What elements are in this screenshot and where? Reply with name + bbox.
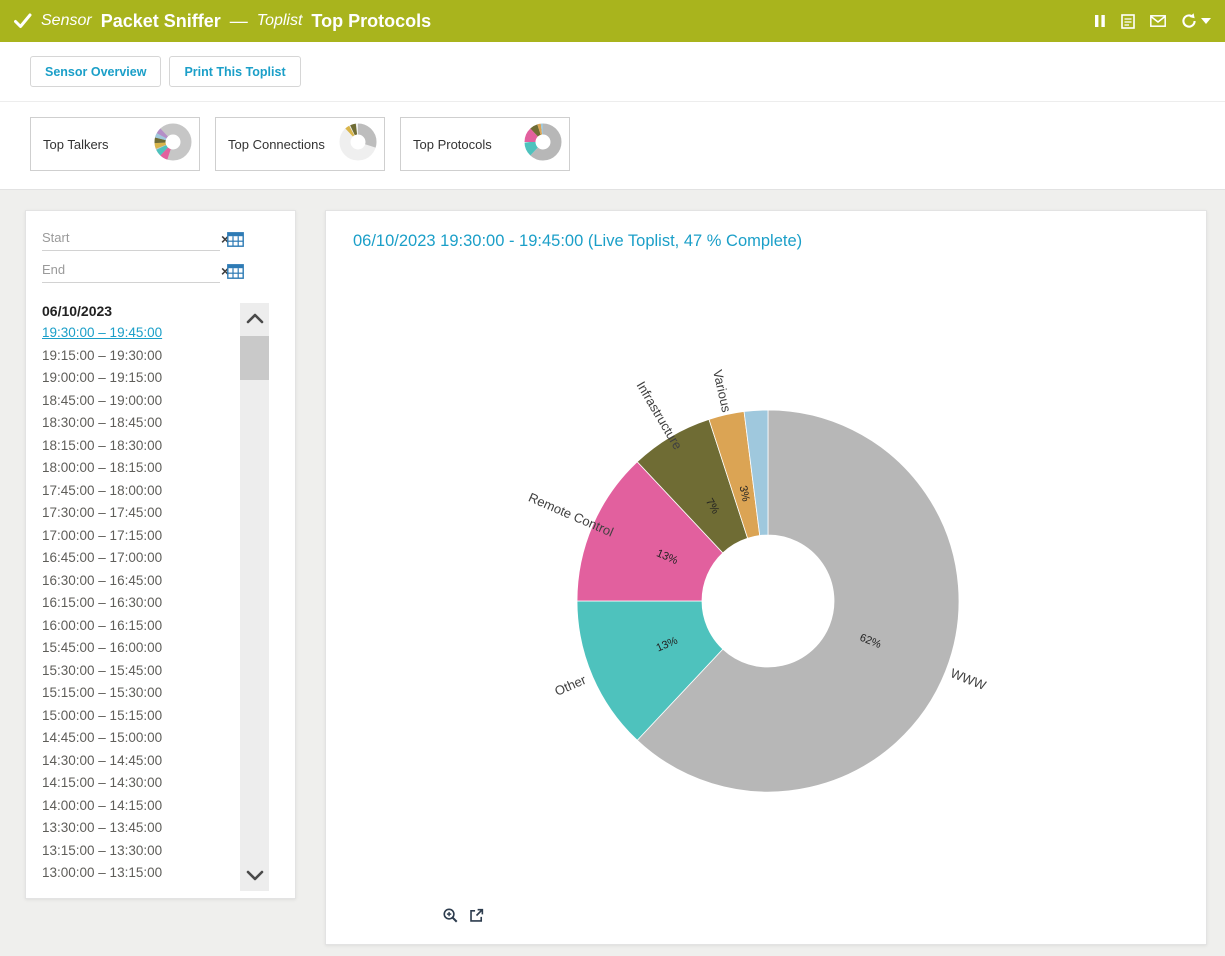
toplist-tab-top-talkers[interactable]: Top Talkers (30, 117, 200, 171)
pause-icon[interactable] (1094, 14, 1106, 28)
time-range-item[interactable]: 18:00:00 – 18:15:00 (42, 457, 234, 480)
time-range-item[interactable]: 16:00:00 – 16:15:00 (42, 615, 234, 638)
time-range-item[interactable]: 15:45:00 – 16:00:00 (42, 637, 234, 660)
time-range-item[interactable]: 13:00:00 – 13:15:00 (42, 862, 234, 885)
end-calendar-icon[interactable] (227, 264, 244, 279)
sensor-name: Packet Sniffer (101, 11, 221, 32)
refresh-icon[interactable] (1181, 13, 1197, 29)
open-external-icon[interactable] (468, 907, 485, 924)
caret-down-icon[interactable] (1201, 18, 1211, 24)
toplist-tab-label: Top Talkers (43, 137, 109, 152)
time-range-item[interactable]: 18:30:00 – 18:45:00 (42, 412, 234, 435)
scrollbar-thumb[interactable] (240, 336, 269, 380)
subheader: Sensor Overview Print This Toplist Top T… (0, 42, 1225, 190)
time-range-item[interactable]: 19:15:00 – 19:30:00 (42, 345, 234, 368)
time-range-item[interactable]: 14:45:00 – 15:00:00 (42, 727, 234, 750)
header-bar: Sensor Packet Sniffer — Toplist Top Prot… (0, 0, 1225, 42)
start-date-input[interactable] (42, 227, 218, 250)
time-range-item[interactable]: 16:45:00 – 17:00:00 (42, 547, 234, 570)
start-date-row: × (42, 227, 279, 251)
protocols-donut-chart: 62%WWW13%Other13%Remote Control7%Infrast… (326, 211, 1206, 944)
top-protocols-donut-icon (523, 122, 563, 167)
time-range-item[interactable]: 17:00:00 – 17:15:00 (42, 525, 234, 548)
time-range-item[interactable]: 14:00:00 – 14:15:00 (42, 795, 234, 818)
end-date-input[interactable] (42, 259, 218, 282)
scroll-up-icon[interactable] (240, 303, 269, 333)
time-range-item[interactable]: 19:00:00 – 19:15:00 (42, 367, 234, 390)
time-range-item[interactable]: 14:30:00 – 14:45:00 (42, 750, 234, 773)
top-talkers-donut-icon (153, 122, 193, 167)
breadcrumb: Sensor Packet Sniffer — Toplist Top Prot… (14, 11, 1094, 32)
chart-toolbar (442, 907, 485, 924)
time-range-item[interactable]: 13:30:00 – 13:45:00 (42, 817, 234, 840)
time-range-item[interactable]: 18:45:00 – 19:00:00 (42, 390, 234, 413)
time-range-item[interactable]: 16:15:00 – 16:30:00 (42, 592, 234, 615)
header-actions (1094, 13, 1211, 29)
segment-name-label: Infrastructure (634, 379, 686, 453)
time-range-item[interactable]: 14:15:00 – 14:30:00 (42, 772, 234, 795)
toplist-name: Top Protocols (311, 11, 431, 32)
time-range-item[interactable]: 15:15:00 – 15:30:00 (42, 682, 234, 705)
toplist-tab-label: Top Connections (228, 137, 325, 152)
time-range-list: 19:30:00 – 19:45:0019:15:00 – 19:30:0019… (42, 322, 234, 885)
scroll-down-icon[interactable] (240, 861, 269, 891)
time-range-item[interactable]: 16:30:00 – 16:45:00 (42, 570, 234, 593)
time-range-item[interactable]: 13:15:00 – 13:30:00 (42, 840, 234, 863)
segment-name-label: Other (552, 672, 588, 699)
toplist-tab-top-protocols[interactable]: Top Protocols (400, 117, 570, 171)
time-range-item[interactable]: 15:30:00 – 15:45:00 (42, 660, 234, 683)
time-range-item[interactable]: 19:30:00 – 19:45:00 (42, 322, 234, 345)
segment-name-label: WWW (948, 665, 988, 693)
time-range-item[interactable]: 15:00:00 – 15:15:00 (42, 705, 234, 728)
segment-name-label: Various (710, 368, 734, 414)
view-type-label: Toplist (257, 12, 303, 30)
zoom-in-icon[interactable] (442, 907, 459, 924)
time-range-item[interactable]: 18:15:00 – 18:30:00 (42, 435, 234, 458)
sensor-overview-button[interactable]: Sensor Overview (30, 56, 161, 87)
end-date-row: × (42, 259, 279, 283)
top-connections-donut-icon (338, 122, 378, 167)
time-list-scrollbar[interactable] (240, 303, 269, 891)
email-icon[interactable] (1150, 15, 1166, 27)
breadcrumb-separator: — (230, 11, 248, 32)
print-toplist-button[interactable]: Print This Toplist (169, 56, 300, 87)
report-icon[interactable] (1121, 14, 1135, 29)
object-type-label: Sensor (41, 12, 92, 30)
toplist-tab-row: Top Talkers Top Connections (0, 102, 1225, 171)
refresh-control[interactable] (1181, 13, 1211, 29)
toplist-tab-label: Top Protocols (413, 137, 492, 152)
toplist-chart-panel: 06/10/2023 19:30:00 - 19:45:00 (Live Top… (325, 210, 1207, 945)
time-range-panel: × × 06/10/2023 19:30:00 – 19:45:0019:15:… (25, 210, 296, 899)
time-range-item[interactable]: 17:30:00 – 17:45:00 (42, 502, 234, 525)
start-calendar-icon[interactable] (227, 232, 244, 247)
toplist-tab-top-connections[interactable]: Top Connections (215, 117, 385, 171)
time-range-item[interactable]: 17:45:00 – 18:00:00 (42, 480, 234, 503)
action-button-row: Sensor Overview Print This Toplist (0, 42, 1225, 102)
sensor-ok-check-icon (14, 13, 32, 29)
